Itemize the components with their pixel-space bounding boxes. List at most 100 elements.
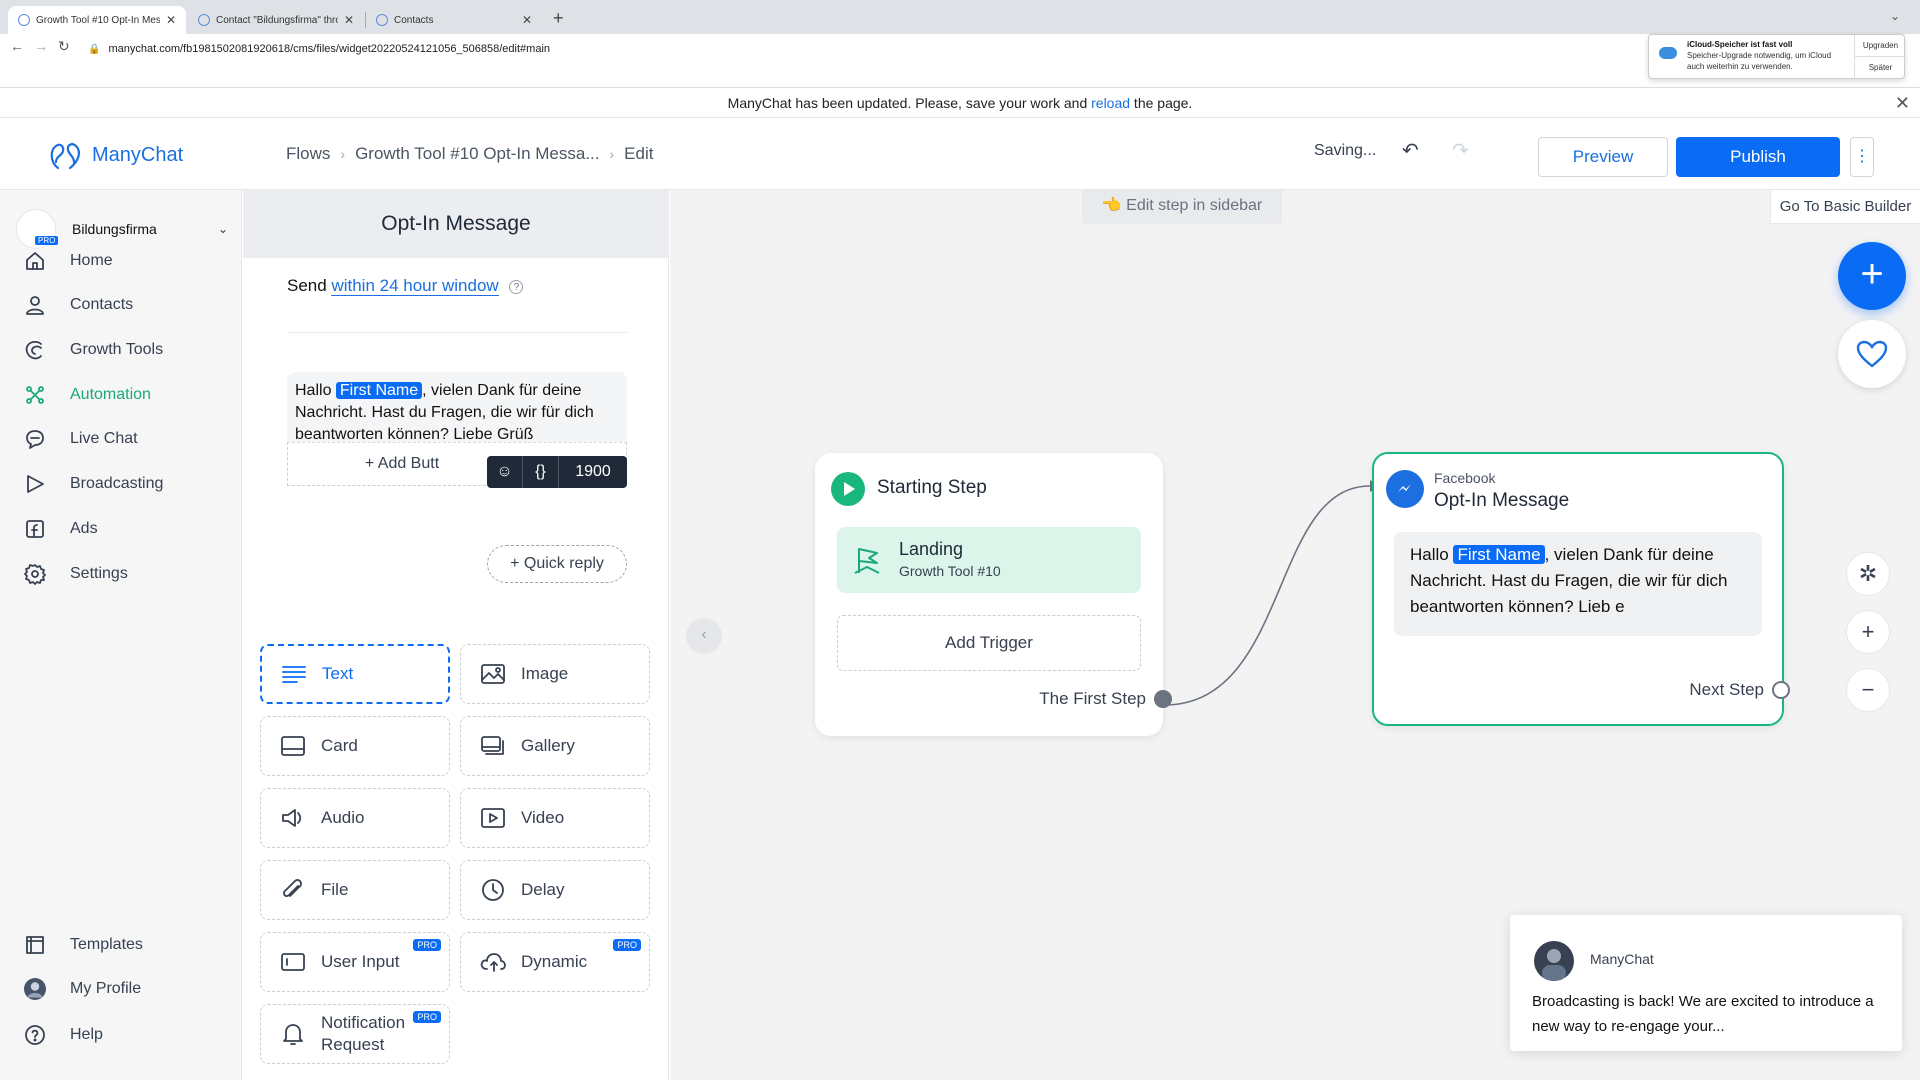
more-options-icon[interactable]: ⋮ [1850,137,1874,177]
icloud-upgrade-button[interactable]: Upgraden [1854,35,1906,57]
breadcrumb-flows[interactable]: Flows [286,144,330,164]
opt-in-message-node[interactable]: Facebook Opt-In Message Hallo First Name… [1372,452,1790,726]
block-text-button[interactable]: Text [260,644,450,704]
sidebar-item-home[interactable]: Home [24,246,113,276]
icloud-icon [1659,47,1677,59]
sidebar-item-live-chat[interactable]: Live Chat [24,424,138,454]
add-step-button[interactable]: + [1838,242,1906,310]
zoom-in-icon[interactable]: + [1846,610,1890,654]
first-name-variable[interactable]: First Name [335,382,423,399]
flow-canvas[interactable]: 👈 Edit step in sidebar Go To Basic Build… [670,190,1920,1080]
sidebar-item-broadcasting[interactable]: Broadcasting [24,469,163,499]
variables-icon[interactable]: {} [523,456,559,488]
icloud-notification: iCloud-Speicher ist fast voll Speicher-U… [1648,34,1906,79]
chevron-down-icon: ⌄ [217,222,228,236]
icloud-later-button[interactable]: Später [1854,57,1906,79]
block-notification-request-button[interactable]: Notification Request PRO [260,1004,450,1064]
block-card-button[interactable]: Card [260,716,450,776]
manychat-logo[interactable]: ManyChat [48,138,183,172]
block-image-button[interactable]: Image [460,644,650,704]
pointing-hand-icon: 👈 [1101,197,1122,214]
editor-title: Opt-In Message [243,190,669,258]
close-tab-icon[interactable]: ✕ [522,13,532,27]
delay-icon [479,878,507,902]
chevron-right-icon: › [340,146,346,162]
chat-notification[interactable]: ManyChat Broadcasting is back! We are ex… [1510,915,1902,1051]
bell-icon [279,1022,307,1046]
card-icon [279,734,307,758]
basic-builder-button[interactable]: Go To Basic Builder [1770,190,1920,224]
browser-tab-contact[interactable]: Contact "Bildungsfirma" throu ✕ [188,6,364,34]
block-file-button[interactable]: File [260,860,450,920]
magic-wand-icon[interactable]: ✲ [1846,552,1890,596]
sender-avatar [1534,941,1574,981]
breadcrumb-flow-name[interactable]: Growth Tool #10 Opt-In Messa... [355,144,599,164]
block-user-input-button[interactable]: User Input PRO [260,932,450,992]
trigger-landing[interactable]: Landing Growth Tool #10 [837,527,1141,593]
emoji-icon[interactable]: ☺ [487,456,523,488]
icloud-body: Speicher-Upgrade notwendig, um iCloud au… [1687,51,1832,71]
redo-icon[interactable]: ↷ [1452,138,1469,163]
node-title: Opt-In Message [1434,490,1570,511]
undo-icon[interactable]: ↶ [1402,138,1419,163]
sidebar-item-automation[interactable]: Automation [24,380,151,410]
send-window-row: Send within 24 hour window ? [287,276,524,296]
sidebar-item-ads[interactable]: Ads [24,514,98,544]
forward-icon[interactable]: → [34,38,48,54]
tab-search-chevron-icon[interactable]: ⌄ [1890,9,1900,23]
close-tab-icon[interactable]: ✕ [344,13,354,27]
add-trigger-button[interactable]: Add Trigger [837,615,1141,671]
block-video-button[interactable]: Video [460,788,650,848]
edit-step-hint: 👈 Edit step in sidebar [1082,190,1282,224]
block-dynamic-button[interactable]: Dynamic PRO [460,932,650,992]
sidebar-item-templates[interactable]: Templates [24,930,143,960]
reload-icon[interactable]: ↻ [58,38,70,55]
pro-badge: PRO [613,939,641,951]
output-port-ring[interactable] [1772,681,1790,699]
first-step-output: The First Step [1039,689,1172,709]
help-icon[interactable]: ? [509,279,524,294]
back-icon[interactable]: ← [10,38,24,54]
close-icon[interactable]: ✕ [1895,88,1910,118]
trigger-name: Landing [899,539,964,559]
browser-tab-contacts[interactable]: Contacts ✕ [366,6,542,34]
zoom-out-icon[interactable]: − [1846,668,1890,712]
block-audio-button[interactable]: Audio [260,788,450,848]
publish-button[interactable]: Publish [1676,137,1840,177]
magnet-icon [24,339,46,361]
heart-icon [1856,340,1888,368]
favorite-button[interactable] [1838,320,1906,388]
app-header: ManyChat Flows › Growth Tool #10 Opt-In … [0,118,1920,190]
sidebar-item-contacts[interactable]: Contacts [24,290,133,320]
sidebar-item-my-profile[interactable]: My Profile [24,974,141,1004]
next-step-output: Next Step [1689,680,1790,700]
notification-sender: ManyChat [1590,951,1654,967]
block-gallery-button[interactable]: Gallery [460,716,650,776]
manychat-favicon-icon [376,14,388,26]
block-delay-button[interactable]: Delay [460,860,650,920]
output-port-dot[interactable] [1154,690,1172,708]
image-icon [479,662,507,686]
sidebar-item-settings[interactable]: Settings [24,559,128,589]
reload-link[interactable]: reload [1091,95,1130,111]
node-channel: Facebook [1434,470,1496,486]
preview-button[interactable]: Preview [1538,137,1668,177]
message-text-input[interactable]: Hallo First Name, vielen Dank für deine … [287,372,627,443]
gallery-icon [479,734,507,758]
audio-icon [279,806,307,830]
close-tab-icon[interactable]: ✕ [166,13,176,27]
user-input-icon [279,950,307,974]
url-field[interactable]: 🔒 manychat.com/fb198150208192061​8/cms/f… [88,38,1638,60]
sidebar-item-growth-tools[interactable]: Growth Tools [24,335,163,365]
manychat-favicon-icon [18,14,30,26]
sidebar-item-help[interactable]: Help [24,1020,103,1050]
trigger-subtitle: Growth Tool #10 [899,563,1001,579]
new-tab-icon[interactable]: + [553,8,564,29]
starting-step-node[interactable]: Starting Step Landing Growth Tool #10 Ad… [815,453,1172,736]
manychat-logo-icon [50,143,80,170]
collapse-sidebar-icon[interactable]: ‹ [686,618,722,654]
send-window-link[interactable]: within 24 hour window [331,276,499,296]
quick-reply-button[interactable]: + Quick reply [487,545,627,583]
flag-icon [854,548,880,574]
browser-tab-growth-tool[interactable]: Growth Tool #10 Opt-In Messa ✕ [8,6,186,34]
